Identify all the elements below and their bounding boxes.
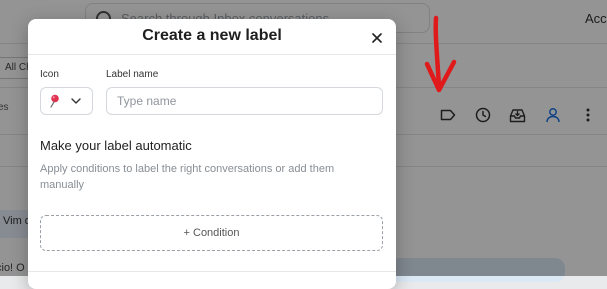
dialog-title: Create a new label bbox=[142, 27, 282, 44]
label-name-input[interactable] bbox=[106, 87, 383, 115]
close-icon bbox=[372, 33, 382, 43]
name-field-label: Label name bbox=[106, 69, 159, 80]
annotation-arrow-icon bbox=[424, 15, 457, 93]
automation-description: Apply conditions to label the right conv… bbox=[40, 163, 335, 191]
icon-picker-dropdown[interactable] bbox=[40, 87, 93, 115]
close-button[interactable] bbox=[368, 29, 386, 47]
add-condition-button[interactable]: + Condition bbox=[40, 215, 383, 251]
dialog-header-divider bbox=[28, 54, 396, 55]
pushpin-icon bbox=[50, 94, 59, 108]
chevron-down-icon bbox=[71, 98, 81, 104]
icon-field-label: Icon bbox=[40, 69, 59, 80]
automation-section-title: Make your label automatic bbox=[40, 138, 192, 153]
dialog-footer-divider bbox=[28, 271, 396, 272]
create-label-dialog: Create a new label Icon Label name Make … bbox=[28, 19, 396, 289]
